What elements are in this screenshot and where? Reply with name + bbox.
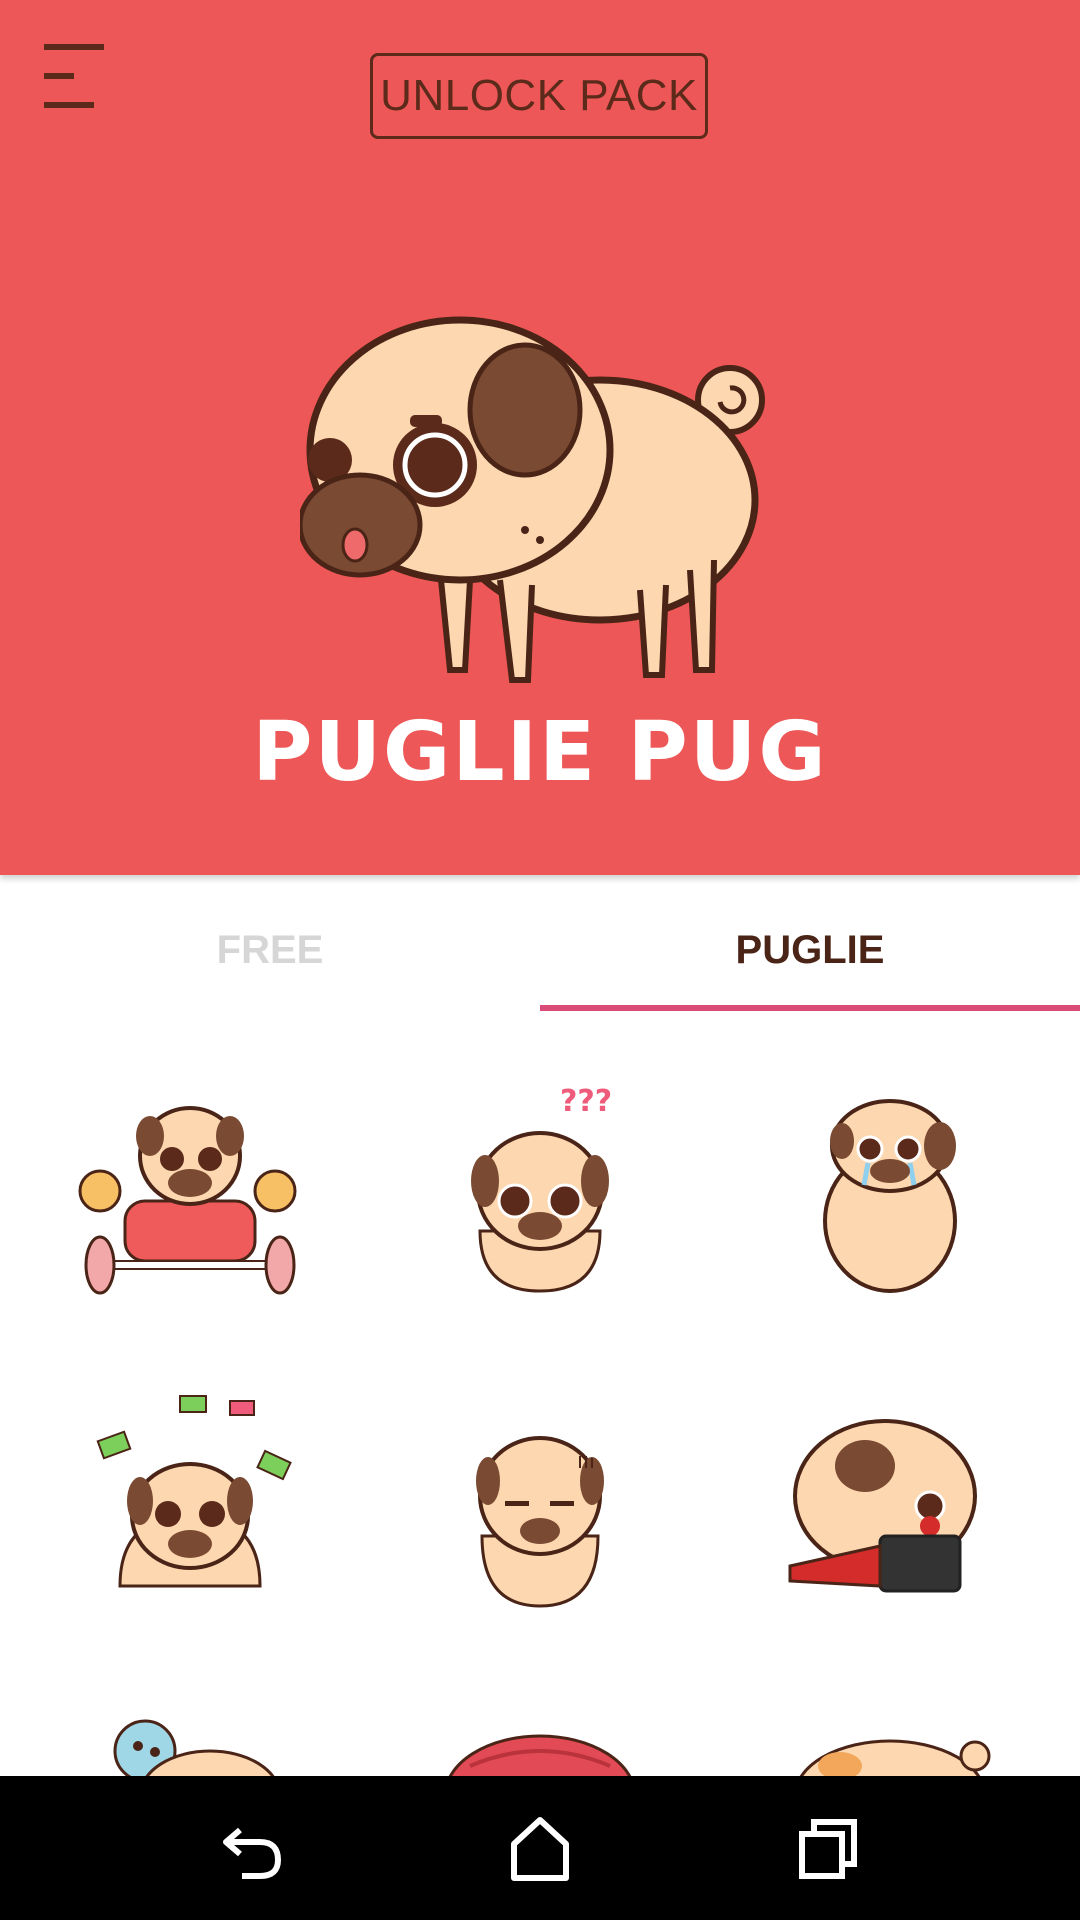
sticker-grid: ??? [0, 1011, 1080, 1776]
svg-text:???: ??? [560, 1084, 612, 1119]
money-rain-pug-sticker[interactable] [60, 1386, 320, 1616]
weightlifting-pug-sticker[interactable] [60, 1071, 320, 1301]
tab-free[interactable]: FREE [0, 875, 540, 1011]
pack-header: UNLOCK PACK PUGLIE PUG [0, 0, 1080, 875]
home-button[interactable] [500, 1808, 580, 1888]
pack-tabs: FREE PUGLIE [0, 875, 1080, 1011]
pug-with-red-cushion-sticker[interactable] [410, 1706, 670, 1776]
hamburger-menu-icon [44, 44, 104, 108]
back-icon [223, 1827, 282, 1879]
recents-button[interactable] [788, 1808, 868, 1888]
annoyed-pug-sticker[interactable] [410, 1386, 670, 1616]
home-icon [511, 1817, 569, 1881]
tab-puglie[interactable]: PUGLIE [540, 875, 1080, 1011]
tab-puglie-label: PUGLIE [735, 928, 885, 972]
pug-with-ball-sticker[interactable] [60, 1706, 320, 1776]
lipstick-pug-sticker[interactable] [760, 1386, 1020, 1616]
pug-hero-image [300, 310, 780, 710]
sleeping-pug-sticker[interactable] [760, 1706, 1020, 1776]
crying-pug-sticker[interactable] [760, 1071, 1020, 1301]
sticker-pack-screen: UNLOCK PACK PUGLIE PUG FREE PUGLIE ??? [0, 0, 1080, 1920]
unlock-pack-button[interactable]: UNLOCK PACK [370, 53, 708, 139]
recents-icon [799, 1819, 857, 1879]
back-button[interactable] [212, 1808, 292, 1888]
confused-pug-sticker[interactable]: ??? [410, 1071, 670, 1301]
menu-button[interactable] [36, 36, 116, 116]
pack-title: PUGLIE PUG [252, 705, 828, 800]
system-nav-bar [0, 1776, 1080, 1920]
